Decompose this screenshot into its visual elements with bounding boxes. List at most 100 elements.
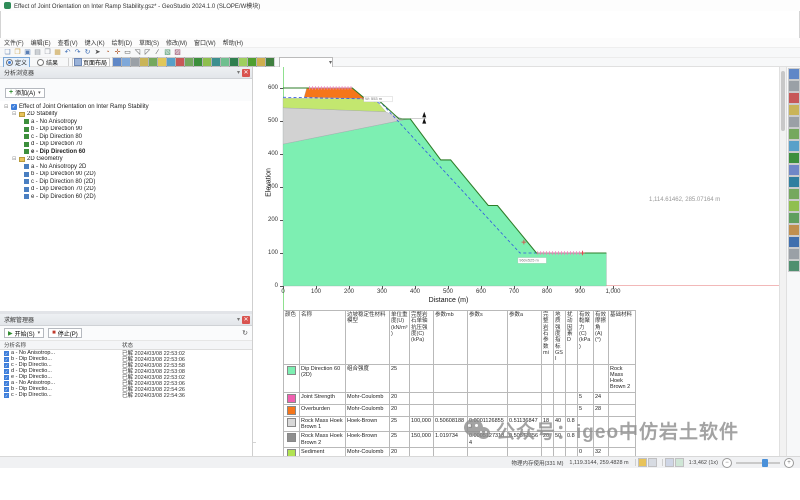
draw-tool-icon[interactable] <box>212 58 220 66</box>
collapse-icon[interactable]: ⊟ <box>4 104 11 110</box>
draw-tool-icon[interactable] <box>789 201 799 211</box>
draw-tool-icon[interactable] <box>789 189 799 199</box>
draw-tool-icon[interactable] <box>185 58 193 66</box>
zoom-out-button[interactable]: − <box>722 458 732 468</box>
zoom-window-icon[interactable] <box>676 459 683 466</box>
tree-row[interactable]: d - Dip Direction 70 <box>4 141 252 149</box>
draw-tool-icon[interactable] <box>789 237 799 247</box>
draw-tool-icon[interactable] <box>158 58 166 66</box>
zoom-fit-icon[interactable] <box>666 459 673 466</box>
tree-row[interactable]: b - Dip Direction 90 (2D) <box>4 171 252 179</box>
collapse-icon[interactable]: ⊟ <box>12 156 19 162</box>
draw-tool-icon[interactable] <box>203 58 211 66</box>
menu-item[interactable]: 修改(M) <box>166 38 187 47</box>
draw-tool-icon[interactable] <box>176 58 184 66</box>
checkbox-icon[interactable]: ✓ <box>4 387 9 392</box>
results-mode-toggle[interactable]: 结果 <box>34 57 61 68</box>
layers-icon[interactable] <box>639 459 646 466</box>
canvas-scrollbar[interactable] <box>779 67 786 456</box>
redo-icon[interactable]: ↷ <box>73 49 82 57</box>
tree-row[interactable]: e - Dip Direction 60 (2D) <box>4 193 252 201</box>
zoom-in-button[interactable]: + <box>784 458 794 468</box>
zoom-slider-thumb[interactable] <box>762 459 768 467</box>
draw-tool-icon[interactable] <box>113 58 121 66</box>
tree-row[interactable]: a - No Anisotropy <box>4 118 252 126</box>
draw-tool-icon[interactable] <box>167 58 175 66</box>
tree-row[interactable]: e - Dip Direction 60 <box>4 148 252 156</box>
tree-row[interactable]: ⊟✓Effect of Joint Orientation on Inter R… <box>4 103 252 111</box>
zoom-slider[interactable] <box>736 462 780 464</box>
draw-tool-icon[interactable] <box>239 58 247 66</box>
draw-tool-icon[interactable] <box>221 58 229 66</box>
close-icon[interactable]: ✕ <box>242 69 250 77</box>
checkbox-icon[interactable]: ✓ <box>4 393 9 398</box>
collapse-icon[interactable]: ⊟ <box>12 111 19 117</box>
save-file-icon[interactable]: ▣ <box>23 49 32 57</box>
scrollbar-thumb[interactable] <box>781 71 785 131</box>
draw-tool-icon[interactable] <box>789 117 799 127</box>
draw-tool-icon[interactable] <box>789 69 799 79</box>
checkbox-icon[interactable]: ✓ <box>4 357 9 362</box>
define-mode-toggle[interactable]: 定义 <box>3 57 30 68</box>
pin-icon[interactable]: ▾ <box>237 69 240 76</box>
draw-tool-icon[interactable] <box>789 165 799 175</box>
start-solve-button[interactable]: ▶ 开始(S) ▾ <box>4 328 44 338</box>
draw-tool-icon[interactable] <box>789 249 799 259</box>
drawing-canvas[interactable]: W: 553 m960x525 m Elevation Distance (m)… <box>256 67 779 456</box>
draw-tool-icon[interactable] <box>789 93 799 103</box>
draw-tool-icon[interactable] <box>789 213 799 223</box>
draw-tool-icon[interactable] <box>257 58 265 66</box>
add-analysis-button[interactable]: + 添加(A) ▾ <box>5 88 45 98</box>
select-cursor-icon[interactable]: ➤ <box>93 49 102 57</box>
draw-tool-icon[interactable] <box>789 105 799 115</box>
stop-solve-button[interactable]: ■ 停止(P) <box>48 328 82 338</box>
checkbox-icon[interactable]: ✓ <box>11 104 17 110</box>
rotate-view-icon[interactable]: ◔ <box>103 49 112 57</box>
draw-tool-icon[interactable] <box>789 81 799 91</box>
checkbox-icon[interactable]: ✓ <box>4 363 9 368</box>
draw-tool-icon[interactable] <box>789 153 799 163</box>
checkbox-icon[interactable]: ✓ <box>4 381 9 386</box>
draw-tool-icon[interactable] <box>122 58 130 66</box>
close-icon[interactable]: ✕ <box>242 316 250 324</box>
draw-tool-icon[interactable] <box>789 261 799 271</box>
tree-row[interactable]: ⊟2D Stability <box>4 111 252 119</box>
paste-icon[interactable]: ▦ <box>53 49 62 57</box>
print-icon[interactable]: ▤ <box>33 49 42 57</box>
menu-item[interactable]: 帮助(H) <box>223 38 243 47</box>
copy-icon[interactable]: ❒ <box>43 49 52 57</box>
draw-tool-icon[interactable] <box>789 225 799 235</box>
menu-item[interactable]: 窗口(W) <box>194 38 216 47</box>
tree-row[interactable]: d - Dip Direction 70 (2D) <box>4 186 252 194</box>
checkbox-icon[interactable]: ✓ <box>4 351 9 356</box>
checkbox-icon[interactable]: ✓ <box>4 369 9 374</box>
page-layout-button[interactable]: 页面布局 <box>72 58 110 67</box>
menu-item[interactable]: 查看(V) <box>58 38 78 47</box>
pin-icon[interactable]: ▾ <box>237 316 240 323</box>
menu-item[interactable]: 绘制(D) <box>112 38 132 47</box>
menu-item[interactable]: 文件(F) <box>4 38 24 47</box>
draw-tool-icon[interactable] <box>194 58 202 66</box>
tree-row[interactable]: c - Dip Direction 80 (2D) <box>4 178 252 186</box>
draw-tool-icon[interactable] <box>140 58 148 66</box>
zoom-combo[interactable]: ▾ <box>279 57 333 68</box>
menu-item[interactable]: 键入(K) <box>85 38 105 47</box>
refresh-icon[interactable]: ↻ <box>83 49 92 57</box>
draw-tool-icon[interactable] <box>248 58 256 66</box>
menu-item[interactable]: 草图(S) <box>139 38 159 47</box>
tree-row[interactable]: ⊟2D Geometry <box>4 156 252 164</box>
draw-tool-icon[interactable] <box>266 58 274 66</box>
draw-tool-icon[interactable] <box>789 141 799 151</box>
draw-tool-icon[interactable] <box>789 177 799 187</box>
open-file-icon[interactable]: ❐ <box>13 49 22 57</box>
draw-tool-icon[interactable] <box>131 58 139 66</box>
draw-tool-icon[interactable] <box>789 129 799 139</box>
draw-tool-icon[interactable] <box>230 58 238 66</box>
undo-icon[interactable]: ↶ <box>63 49 72 57</box>
draw-tool-icon[interactable] <box>149 58 157 66</box>
grid-toggle-icon[interactable] <box>649 459 656 466</box>
refresh-icon[interactable]: ↻ <box>242 329 248 337</box>
tree-row[interactable]: a - No Anisotropy 2D <box>4 163 252 171</box>
checkbox-icon[interactable]: ✓ <box>4 375 9 380</box>
tree-row[interactable]: c - Dip Direction 80 <box>4 133 252 141</box>
